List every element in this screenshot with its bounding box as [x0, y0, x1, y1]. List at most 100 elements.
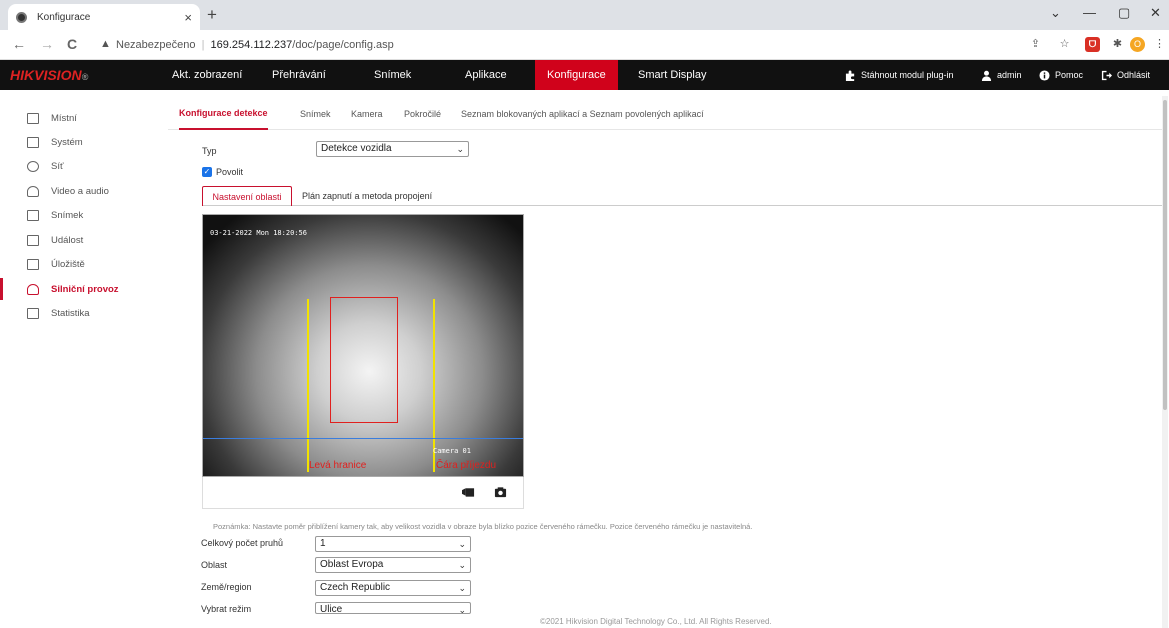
menu-picture[interactable]: Snímek — [374, 60, 411, 90]
image-icon — [27, 209, 39, 221]
sidebar-item-network[interactable]: Síť — [0, 155, 168, 177]
menu-kebab-icon[interactable]: ⋮ — [1152, 37, 1167, 52]
type-select-value: Detekce vozidla — [321, 143, 392, 154]
road-traffic-icon — [27, 283, 39, 295]
user-link[interactable]: admin — [981, 60, 1022, 90]
monitor-icon — [27, 112, 39, 124]
minimize-button[interactable]: — — [1083, 5, 1096, 20]
line-label: Čára příjezdu — [436, 460, 497, 471]
camera-snapshot-icon[interactable] — [494, 486, 507, 498]
tab-area-settings[interactable]: Nastavení oblasti — [202, 186, 292, 206]
sidebar-item-label: Místní — [51, 112, 77, 124]
record-video-icon[interactable] — [462, 486, 475, 498]
sidebar-item-storage[interactable]: Úložiště — [0, 253, 168, 275]
region-area-label: Oblast — [201, 560, 228, 570]
system-icon — [27, 136, 39, 148]
lanes-select[interactable]: 1 ⌄ — [315, 536, 471, 552]
sidebar-item-video-audio[interactable]: Video a audio — [0, 180, 168, 202]
area-tab-bar: Nastavení oblasti Plán zapnutí a metoda … — [202, 186, 1166, 206]
sidebar-item-road-traffic[interactable]: Silniční provoz — [0, 278, 168, 300]
star-icon[interactable]: ☆ — [1057, 37, 1072, 52]
sidebar-item-statistics[interactable]: Statistika — [0, 302, 168, 324]
globe-icon — [27, 160, 39, 172]
sidebar: Místní Systém Síť Video a audio Snímek U… — [0, 90, 168, 628]
menu-smart-display[interactable]: Smart Display — [638, 60, 706, 90]
subtab-bar: Konfigurace detekce Snímek Kamera Pokroč… — [168, 90, 1168, 130]
url-host: 169.254.112.237 — [210, 39, 293, 51]
enable-checkbox[interactable]: ✓ — [202, 167, 212, 177]
puzzle-extension-icon[interactable]: ✱ — [1110, 37, 1125, 52]
menu-configuration[interactable]: Konfigurace — [535, 60, 618, 90]
info-icon — [1039, 69, 1050, 81]
back-button[interactable]: ← — [12, 37, 26, 51]
reload-button[interactable]: C — [67, 37, 77, 51]
url-separator: | — [201, 39, 205, 51]
menu-live-view[interactable]: Akt. zobrazení — [172, 60, 242, 90]
storage-icon — [27, 258, 39, 270]
tab-schedule-linkage[interactable]: Plán zapnutí a metoda propojení — [302, 186, 432, 206]
trigger-line[interactable] — [203, 438, 523, 439]
sidebar-item-label: Video a audio — [51, 185, 109, 197]
sidebar-item-event[interactable]: Událost — [0, 229, 168, 251]
profile-avatar[interactable]: O — [1130, 37, 1145, 52]
tab-blocklist-allowlist[interactable]: Seznam blokovaných aplikací a Seznam pov… — [461, 109, 704, 119]
puzzle-icon — [845, 69, 855, 81]
omnibox-text: Nezabezpečeno | 169.254.112.237/doc/page… — [116, 39, 394, 51]
url-path: /doc/page/config.asp — [292, 39, 394, 51]
user-label: admin — [997, 70, 1022, 80]
tab-snapshot[interactable]: Snímek — [300, 109, 331, 119]
video-toolbar — [202, 477, 524, 509]
close-tab-icon[interactable]: × — [184, 10, 192, 25]
camera-name-osd: Camera 01 — [433, 447, 471, 455]
left-boundary-line[interactable] — [307, 299, 309, 472]
menu-application[interactable]: Aplikace — [465, 60, 507, 90]
logout-link[interactable]: Odhlásit — [1101, 60, 1150, 90]
security-label: Nezabezpečeno — [116, 39, 196, 51]
sidebar-item-image[interactable]: Snímek — [0, 204, 168, 226]
mode-select[interactable]: Ulice ⌄ — [315, 602, 471, 614]
tab-search-icon[interactable]: ⌄ — [1050, 5, 1061, 21]
detection-box[interactable] — [330, 297, 398, 423]
sidebar-item-label: Statistika — [51, 307, 90, 319]
sidebar-item-label: Snímek — [51, 209, 84, 221]
download-plugin-link[interactable]: Stáhnout modul plug-in — [845, 60, 954, 90]
maximize-button[interactable]: ▢ — [1118, 5, 1130, 21]
video-preview[interactable]: 03-21-2022 Mon 18:20:56 Camera 01 Levá h… — [202, 214, 524, 477]
new-tab-button[interactable]: + — [207, 6, 217, 23]
tab-camera[interactable]: Kamera — [351, 109, 383, 119]
browser-tab[interactable]: Konfigurace × — [8, 4, 200, 30]
type-select[interactable]: Detekce vozidla ⌄ — [316, 141, 469, 157]
enable-label: Povolit — [216, 167, 244, 177]
address-bar[interactable]: ▲ Nezabezpečeno | 169.254.112.237/doc/pa… — [94, 34, 1104, 56]
sidebar-item-label: Úložiště — [51, 258, 85, 270]
tab-title: Konfigurace — [37, 11, 91, 23]
main-content: Konfigurace detekce Snímek Kamera Pokroč… — [168, 90, 1168, 628]
tab-detection-config[interactable]: Konfigurace detekce — [179, 108, 268, 130]
lanes-label: Celkový počet pruhů — [201, 538, 284, 548]
chevron-down-icon: ⌄ — [458, 583, 466, 593]
chevron-down-icon: ⌄ — [456, 144, 464, 154]
tab-advanced[interactable]: Pokročilé — [404, 109, 441, 119]
share-icon[interactable]: ⇪ — [1028, 37, 1043, 52]
region-area-select[interactable]: Oblast Evropa ⌄ — [315, 557, 471, 573]
video-timestamp: 03-21-2022 Mon 18:20:56 — [210, 229, 307, 237]
user-icon — [981, 70, 992, 81]
chevron-down-icon: ⌄ — [458, 605, 466, 614]
lanes-select-value: 1 — [320, 538, 326, 549]
sidebar-item-system[interactable]: Systém — [0, 131, 168, 153]
browser-toolbar: ← → C ▲ Nezabezpečeno | 169.254.112.237/… — [0, 30, 1169, 60]
warning-icon: ▲ — [100, 38, 111, 50]
page-scrollbar-thumb[interactable] — [1163, 100, 1167, 410]
window-close-button[interactable]: ✕ — [1150, 5, 1161, 21]
type-label: Typ — [202, 146, 217, 156]
pdf-extension-icon[interactable]: ᗜ — [1085, 37, 1100, 52]
sidebar-item-local[interactable]: Místní — [0, 107, 168, 129]
menu-playback[interactable]: Přehrávání — [272, 60, 326, 90]
footer-copyright: ©2021 Hikvision Digital Technology Co., … — [540, 617, 772, 626]
country-label: Země/region — [201, 582, 252, 592]
left-boundary-label: Levá hranice — [309, 460, 367, 471]
help-link[interactable]: Pomoc — [1039, 60, 1083, 90]
country-select[interactable]: Czech Republic ⌄ — [315, 580, 471, 596]
forward-button[interactable]: → — [40, 37, 54, 51]
video-audio-icon — [27, 185, 39, 197]
